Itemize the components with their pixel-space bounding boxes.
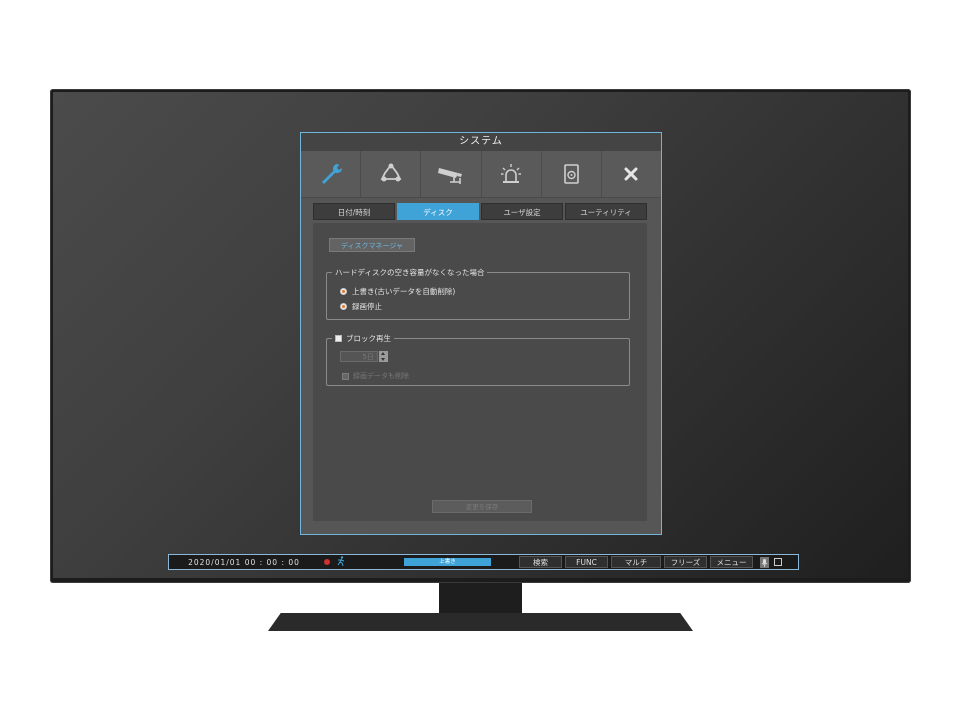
block-play-legend[interactable]: ブロック再生	[332, 333, 394, 344]
delete-data-option[interactable]: 録画データも削除	[342, 371, 409, 381]
overwrite-option[interactable]: 上書き(古いデータを自動削除)	[340, 286, 455, 297]
toolbar-close-button[interactable]	[602, 151, 661, 197]
motion-icon	[336, 555, 346, 569]
block-play-group: ブロック再生 5日 録画データも削除	[326, 333, 630, 386]
tab-disk[interactable]: ディスク	[397, 203, 479, 220]
tab-utility[interactable]: ユーティリティ	[565, 203, 647, 220]
toolbar-network-button[interactable]	[361, 151, 422, 197]
freeze-button[interactable]: フリーズ	[664, 556, 707, 568]
wrench-icon	[321, 164, 342, 184]
datetime-display: 2020/01/01 00 : 00 : 00	[188, 557, 300, 567]
disk-icon	[564, 164, 580, 184]
days-field[interactable]: 5日	[340, 351, 378, 362]
camera-icon	[437, 168, 462, 184]
dialog-title: システム	[301, 133, 661, 151]
func-button[interactable]: FUNC	[565, 556, 608, 568]
window-toggle-icon[interactable]	[772, 556, 784, 568]
overwrite-progress: 上書き	[404, 558, 491, 566]
record-indicator-icon	[324, 559, 330, 565]
overwrite-label: 上書き(古いデータを自動削除)	[352, 287, 456, 296]
days-spin-buttons[interactable]	[379, 351, 388, 362]
stop-recording-label: 録画停止	[352, 302, 382, 311]
toolbar-disk-button[interactable]	[542, 151, 602, 197]
days-stepper[interactable]: 5日	[340, 351, 388, 362]
toolbar-camera-button[interactable]	[421, 151, 482, 197]
network-icon	[380, 163, 402, 182]
tab-user-settings[interactable]: ユーザ設定	[481, 203, 563, 220]
stop-recording-radio[interactable]	[340, 303, 347, 310]
save-changes-button[interactable]: 変更を保存	[432, 500, 532, 513]
screen: システム 日付/時刻 ディスク ユーザ設定 ユーティリティ ディスクマネージャ …	[53, 92, 908, 578]
alarm-icon	[501, 164, 522, 183]
status-bar: 2020/01/01 00 : 00 : 00 上書き 検索 FUNC マルチ …	[168, 554, 799, 570]
disk-panel: ディスクマネージャ ハードディスクの空き容量がなくなった場合 上書き(古いデータ…	[313, 223, 647, 521]
stop-recording-option[interactable]: 録画停止	[340, 301, 382, 312]
close-icon	[624, 167, 638, 181]
block-play-label: ブロック再生	[346, 334, 391, 343]
toolbar-wrench-button[interactable]	[301, 151, 362, 197]
multi-button[interactable]: マルチ	[611, 556, 661, 568]
disk-manager-button[interactable]: ディスクマネージャ	[329, 238, 415, 252]
monitor-stand-neck	[439, 583, 522, 613]
system-dialog: システム 日付/時刻 ディスク ユーザ設定 ユーティリティ ディスクマネージャ …	[300, 132, 662, 535]
monitor-frame: システム 日付/時刻 ディスク ユーザ設定 ユーティリティ ディスクマネージャ …	[50, 89, 911, 583]
search-button[interactable]: 検索	[519, 556, 562, 568]
menu-button[interactable]: メニュー	[710, 556, 753, 568]
full-disk-legend: ハードディスクの空き容量がなくなった場合	[332, 267, 488, 278]
delete-data-label: 録画データも削除	[353, 372, 409, 380]
tab-datetime[interactable]: 日付/時刻	[313, 203, 395, 220]
block-play-checkbox[interactable]	[335, 335, 342, 342]
microphone-icon[interactable]	[758, 556, 770, 568]
full-disk-group: ハードディスクの空き容量がなくなった場合 上書き(古いデータを自動削除) 録画停…	[326, 267, 630, 320]
settings-tabs: 日付/時刻 ディスク ユーザ設定 ユーティリティ	[313, 203, 647, 220]
toolbar-alarm-button[interactable]	[482, 151, 542, 197]
overwrite-radio[interactable]	[340, 288, 347, 295]
monitor-stand-base	[268, 613, 693, 631]
icon-toolbar	[301, 151, 661, 198]
delete-data-checkbox[interactable]	[342, 372, 349, 380]
